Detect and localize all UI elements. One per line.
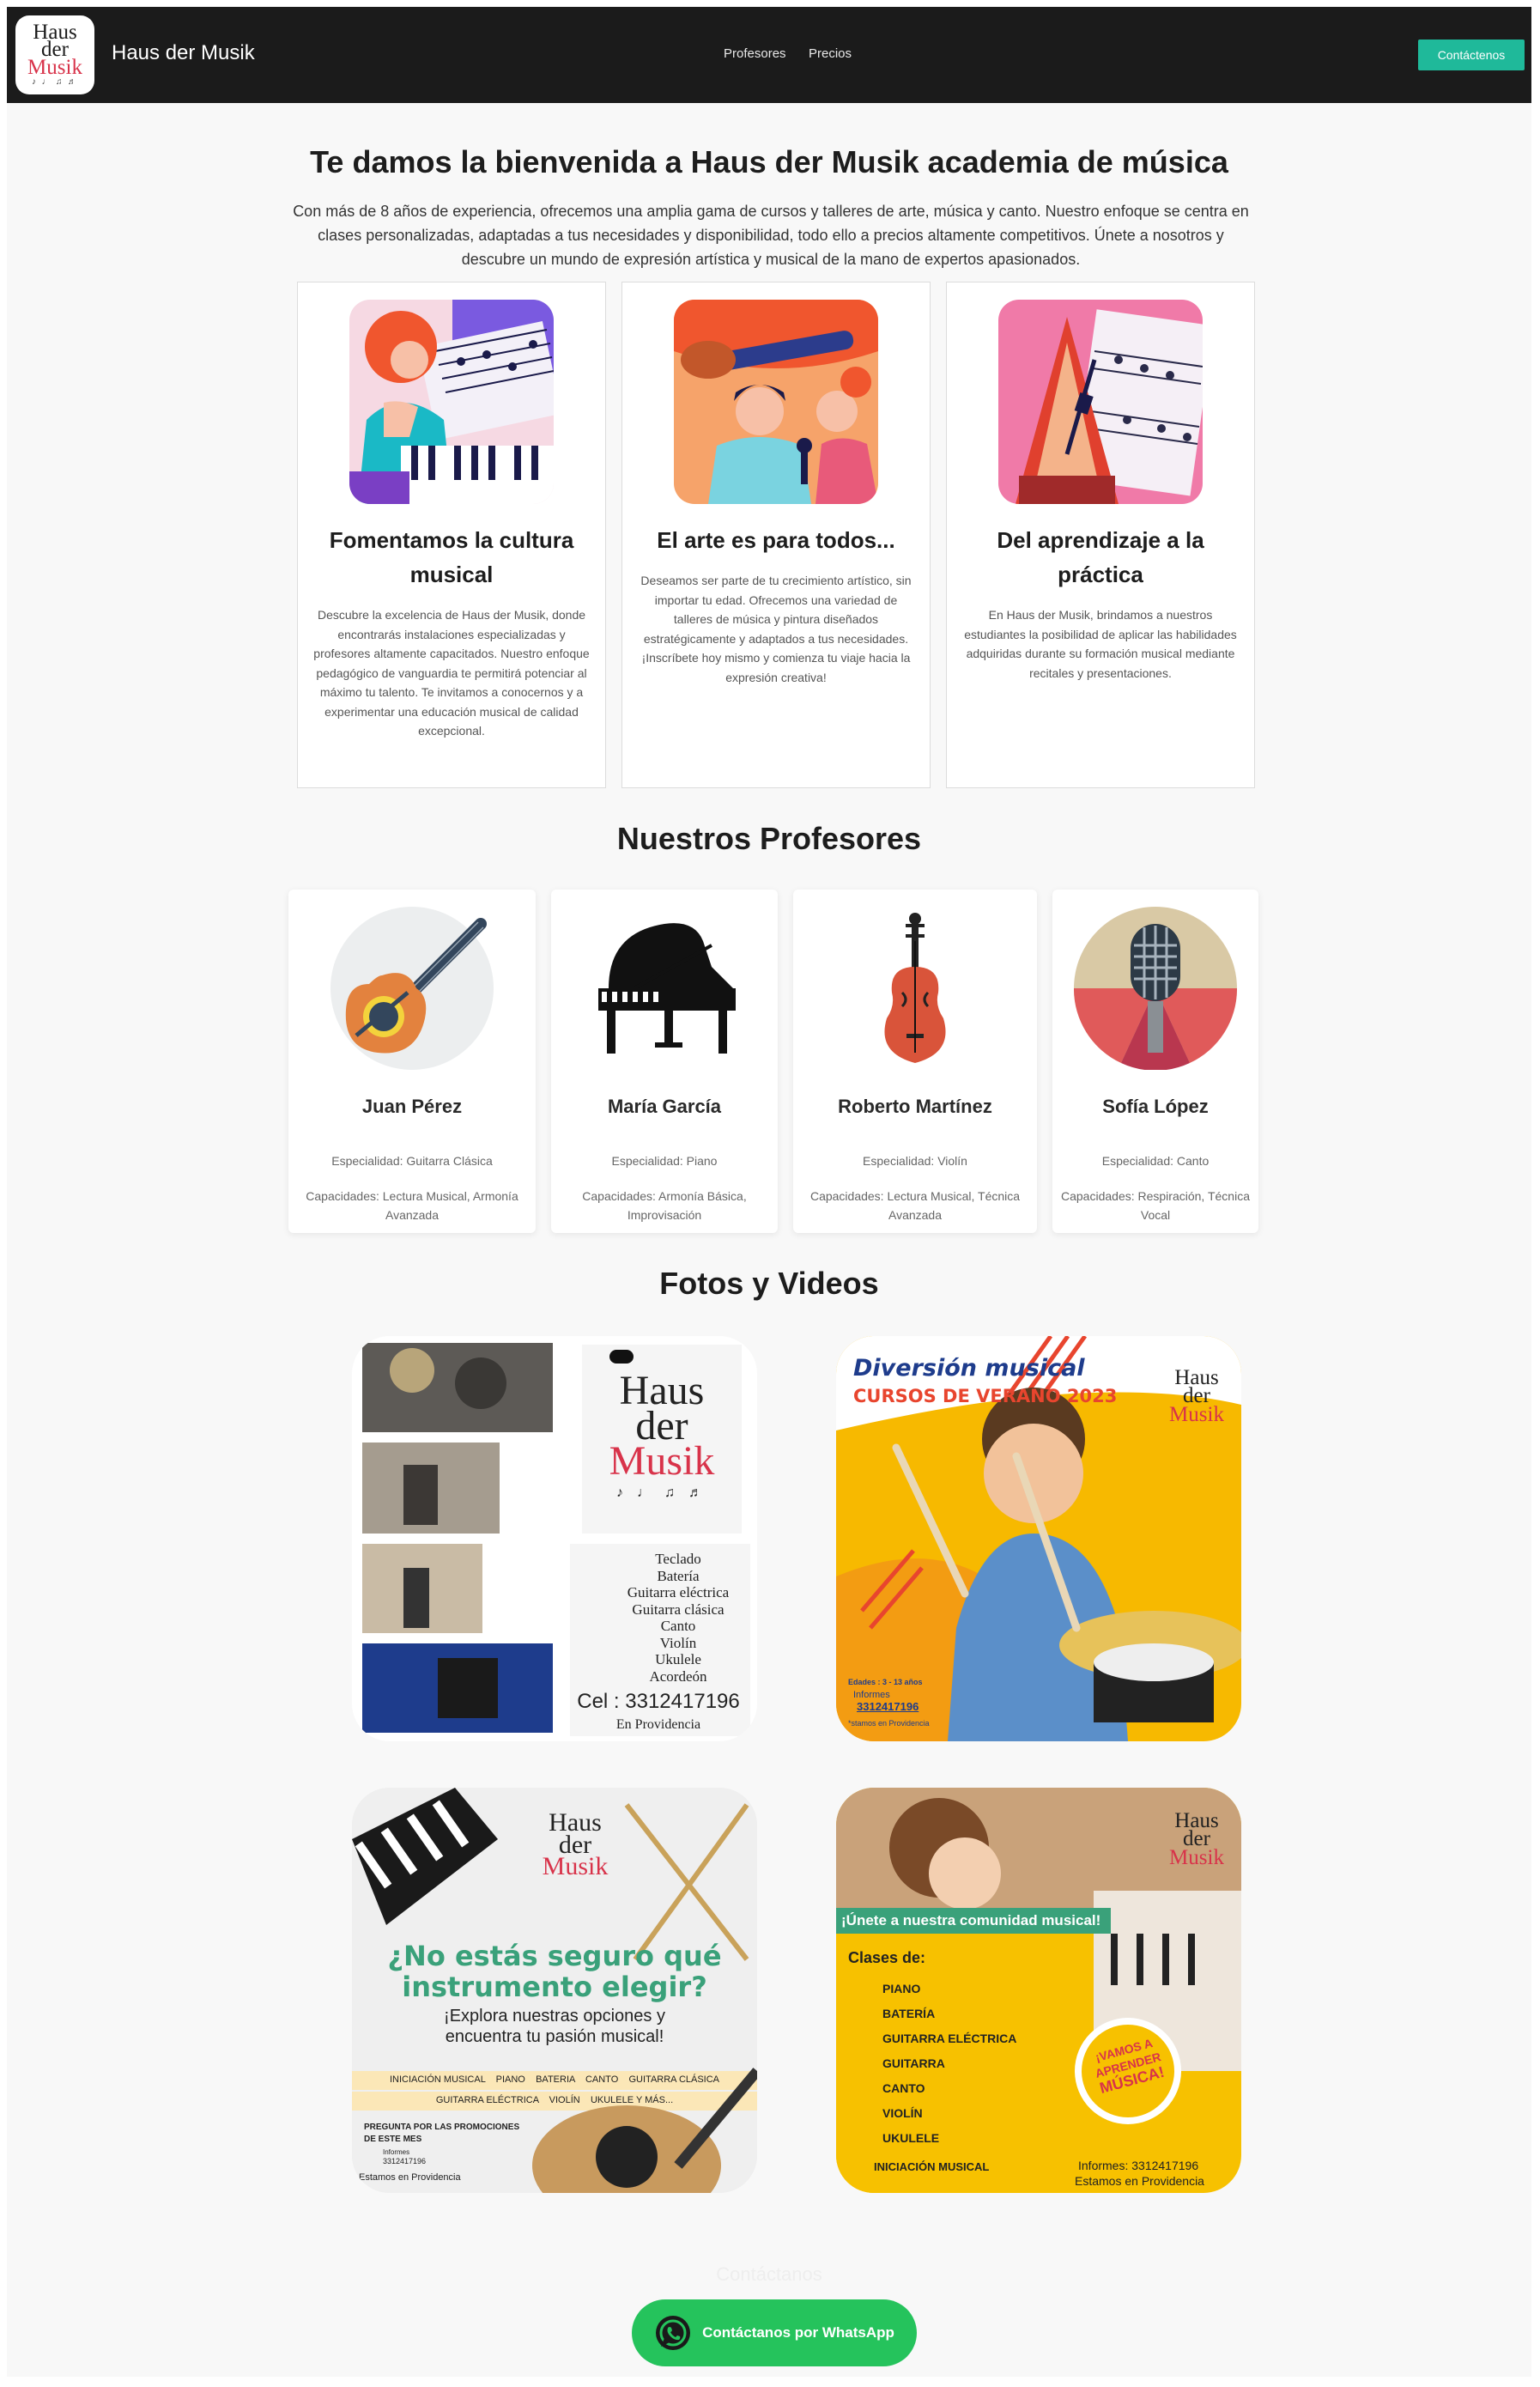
feature-image-band [674,300,878,504]
gallery-location: Estamos en Providencia [359,2172,461,2183]
feature-card-practice: Del aprendizaje a la práctica En Haus de… [946,282,1255,788]
gallery-location: En Providencia [615,1717,701,1732]
class-item: PIANO [882,1982,921,1995]
gallery-info: Informes [853,1690,890,1700]
violin-icon [884,913,946,1063]
gallery-phone: Informes: 3312417196 [1078,2159,1199,2172]
feature-title-art: El arte es para todos... [657,527,895,553]
teacher-specialty: Especialidad: Violín [863,1154,967,1168]
whatsapp-button[interactable]: Contáctanos por WhatsApp [632,2299,917,2366]
footer-contact-text: Contáctanos [716,2263,822,2285]
feature-text-practice: En Haus der Musik, brindamos a nuestros … [964,608,1237,680]
whatsapp-button-label: Contáctanos por WhatsApp [702,2324,894,2341]
gallery-sub-1: ¡Explora nuestras opciones y [444,2007,665,2026]
teacher-name: Roberto Martínez [838,1096,992,1117]
gallery-headline-2: instrumento elegir? [402,1971,707,2003]
gallery-logo-line-3: Musik [542,1852,609,1880]
gallery-headline-1: ¿No estás seguro qué [387,1940,722,1972]
gallery-promo-1: PREGUNTA POR LAS PROMOCIONES [364,2123,520,2132]
feature-card-art: El arte es para todos... Deseamos ser pa… [621,282,931,788]
feature-text-art: Deseamos ser parte de tu crecimiento art… [640,574,912,684]
teacher-name: Sofía López [1102,1096,1209,1117]
hero-text: Con más de 8 años de experiencia, ofrece… [293,203,1249,268]
gallery-courses-row-1: INICIACIÓN MUSICAL PIANO BATERIA CANTO G… [389,2074,720,2085]
page-frame: Haus der Musik ♪ ♩ ♫ ♬ Haus der Musik Pr… [7,7,1531,2377]
feature-title-practice: Del aprendizaje a la práctica [997,527,1204,587]
gallery-section-title: Fotos y Videos [659,1266,879,1301]
guitar-icon [330,907,494,1070]
gallery-location: Estamos en Providencia [1075,2174,1204,2188]
course-item: Teclado [655,1551,701,1567]
nav-link-profesores[interactable]: Profesores [724,46,786,61]
course-item: Batería [657,1567,700,1584]
gallery-item-collage[interactable]: Haus der Musik ♪ ♩ ♫ ♬ Teclado Batería G… [352,1336,757,1741]
feature-image-piano [349,300,554,504]
teacher-skills: Capacidades: Lectura Musical, Armonía Av… [306,1189,518,1222]
teacher-name: Juan Pérez [361,1096,463,1117]
gallery-item-community[interactable]: Haus der Musik ¡Únete a nuestra comunida… [836,1788,1241,2193]
teacher-card-juan: Juan Pérez Especialidad: Guitarra Clásic… [288,890,536,1233]
gallery-summer-title: Diversión musical [853,1355,1085,1382]
brand-logo[interactable]: Haus der Musik ♪ ♩ ♫ ♬ [15,15,94,94]
course-item: Guitarra eléctrica [627,1584,730,1600]
teacher-specialty: Especialidad: Piano [611,1154,718,1168]
teacher-card-roberto: Roberto Martínez Especialidad: Violín Ca… [793,890,1037,1233]
contact-button[interactable]: Contáctenos [1418,39,1525,70]
course-item: Canto [660,1618,696,1634]
feature-image-metronome [998,300,1203,504]
gallery-summer-subtitle: CURSOS DE VERANO 2023 [853,1386,1118,1406]
microphone-icon [1074,907,1237,1070]
teacher-specialty: Especialidad: Canto [1101,1154,1210,1168]
teacher-card-maria: María García Especialidad: Piano Capacid… [551,890,778,1233]
class-item: VIOLÍN [882,2106,923,2120]
teachers-section-title: Nuestros Profesores [616,821,922,856]
teacher-specialty: Especialidad: Guitarra Clásica [331,1154,493,1168]
navbar: Haus der Musik ♪ ♩ ♫ ♬ Haus der Musik Pr… [7,7,1531,103]
course-item: Guitarra clásica [632,1600,725,1618]
feature-text-culture: Descubre la excelencia de Haus der Musik… [313,608,590,738]
class-item: BATERÍA [882,2007,936,2020]
gallery-item-summer[interactable]: Diversión musical CURSOS DE VERANO 2023 … [836,1336,1241,1741]
whatsapp-icon [656,2316,691,2350]
gallery-sub-2: encuentra tu pasión musical! [445,2027,664,2046]
gallery-initiation: INICIACIÓN MUSICAL [874,2160,990,2173]
teacher-skills: Capacidades: Respiración, Técnica Vocal [1061,1189,1250,1222]
gallery-logo-line-3: Musik [1169,1845,1224,1869]
teacher-skills: Capacidades: Lectura Musical, Técnica Av… [809,1189,1021,1222]
feature-title-culture: Fomentamos la cultura musical [329,527,574,587]
gallery-courses-row-2: GUITARRA ELÉCTRICA VIOLÍN UKULELE Y MÁS.… [435,2095,674,2105]
brand-name[interactable]: Haus der Musik [112,41,255,65]
feature-card-culture: Fomentamos la cultura musical Descubre l… [297,282,606,788]
gallery-info: Informes [383,2148,410,2156]
gallery-promo-2: DE ESTE MES [364,2135,422,2144]
hero-title: Te damos la bienvenida a Haus der Musik … [310,144,1228,179]
teacher-skills: Capacidades: Armonía Básica, Improvisaci… [582,1189,747,1222]
teacher-name: María García [607,1096,722,1117]
logo-line-3: Musik [27,55,82,79]
class-item: GUITARRA [882,2056,945,2070]
gallery-item-instrument[interactable]: Haus der Musik ¿No estás seguro qué inst… [352,1788,757,2193]
gallery-phone: Cel : 3312417196 [577,1690,740,1713]
gallery-community-banner: ¡Únete a nuestra comunidad musical! [836,1908,1111,1934]
teacher-card-sofia: Sofía López Especialidad: Canto Capacida… [1052,890,1258,1233]
nav-link-precios[interactable]: Precios [809,46,852,61]
class-item: UKULELE [882,2131,940,2145]
gallery-logo-line-3: Musik [609,1437,715,1484]
course-item: Violín [659,1634,697,1651]
course-item: Ukulele [655,1651,701,1667]
class-item: CANTO [882,2081,925,2095]
course-item: Acordeón [649,1667,707,1685]
piano-icon [598,923,736,1054]
gallery-location: *stamos en Providencia [848,1719,930,1728]
gallery-phone: 3312417196 [857,1700,919,1713]
class-item: GUITARRA ELÉCTRICA [882,2032,1017,2045]
gallery-classes-label: Clases de: [848,1949,926,1966]
gallery-phone: 3312417196 [383,2157,427,2165]
gallery-ages: Edades : 3 - 13 años [848,1678,923,1686]
gallery-instrument-icons: ♪ ♩ ♫ ♬ [616,1485,707,1501]
logo-instrument-icons: ♪ ♩ ♫ ♬ [32,77,78,88]
gallery-logo-line-3: Musik [1169,1402,1224,1426]
